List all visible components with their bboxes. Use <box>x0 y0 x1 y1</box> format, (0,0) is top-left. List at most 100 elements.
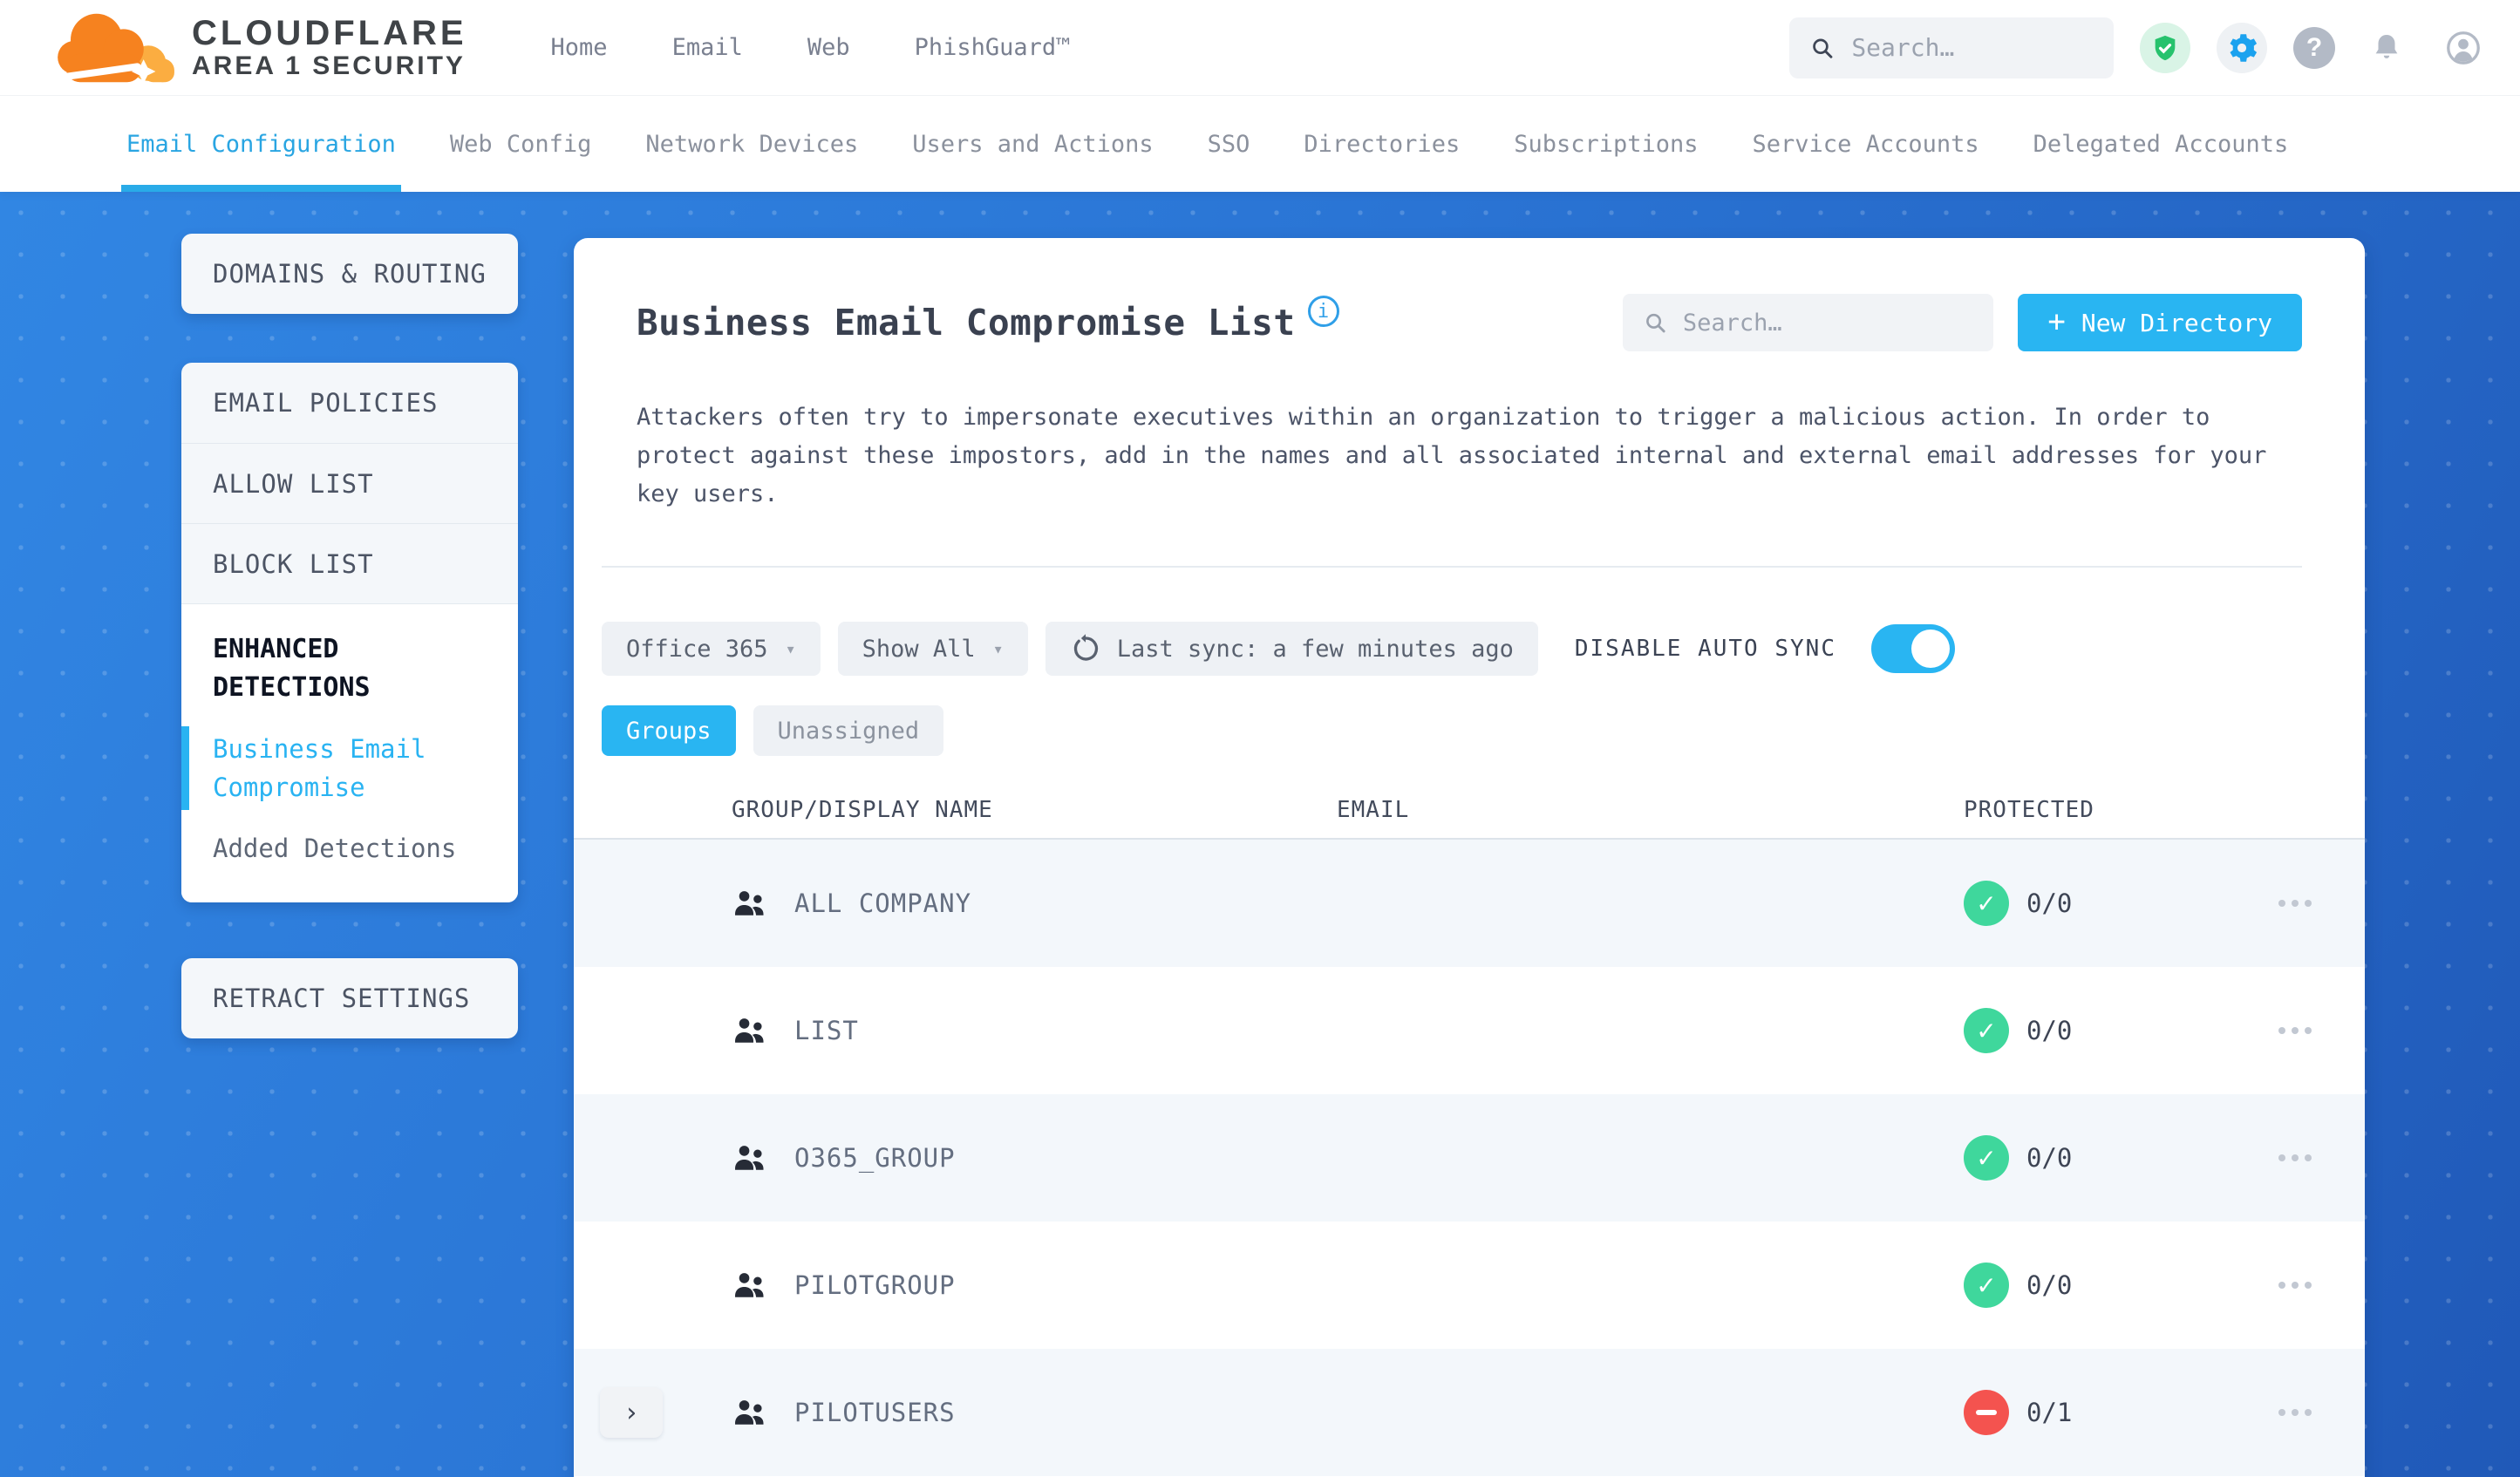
caret-down-icon: ▾ <box>785 638 796 659</box>
last-sync-button[interactable]: Last sync: a few minutes ago <box>1045 622 1538 676</box>
new-directory-button[interactable]: + New Directory <box>2018 294 2302 351</box>
ellipsis-icon <box>2278 1154 2312 1161</box>
expand-row-button[interactable]: › <box>600 1387 663 1438</box>
group-name: LIST <box>794 1016 859 1045</box>
row-menu-button[interactable] <box>2251 1154 2339 1161</box>
row-menu-button[interactable] <box>2251 1027 2339 1034</box>
groups-table: GROUP/DISPLAY NAME EMAIL PROTECTED ALL C… <box>574 782 2365 1476</box>
sidebar-item-added-detections[interactable]: Added Detections <box>213 829 487 868</box>
group-name: PILOTUSERS <box>794 1398 956 1427</box>
group-people-icon <box>732 1397 768 1428</box>
tab-sso[interactable]: SSO <box>1208 96 1250 192</box>
ellipsis-icon <box>2278 1409 2312 1416</box>
group-people-icon <box>732 1142 768 1174</box>
group-name-cell: PILOTUSERS <box>709 1397 1337 1428</box>
security-status-button[interactable] <box>2140 22 2190 73</box>
table-row: › PILOTUSERS 0/1 <box>574 1349 2365 1476</box>
protected-cell: ✓ 0/0 <box>1964 1135 2251 1181</box>
sidebar-label: RETRACT SETTINGS <box>213 984 471 1013</box>
directory-filter-dropdown[interactable]: Office 365 ▾ <box>602 622 821 676</box>
group-name: PILOTGROUP <box>794 1270 956 1300</box>
brand-name: CLOUDFLARE <box>192 13 467 52</box>
plus-icon: + <box>2047 303 2066 339</box>
sidebar-item-domains-routing[interactable]: DOMAINS & ROUTING <box>181 234 518 314</box>
sidebar-item-email-policies[interactable]: EMAIL POLICIES <box>181 363 518 443</box>
protected-check-icon: ✓ <box>1964 1135 2009 1181</box>
tab-users-and-actions[interactable]: Users and Actions <box>912 96 1153 192</box>
main-panel: Business Email Compromise List i + New D… <box>574 238 2365 1477</box>
search-icon <box>1646 313 1665 333</box>
column-email: EMAIL <box>1337 797 1410 823</box>
column-protected: PROTECTED <box>1964 797 2094 823</box>
global-search-input[interactable] <box>1851 33 2093 62</box>
tab-service-accounts[interactable]: Service Accounts <box>1753 96 1979 192</box>
tab-delegated-accounts[interactable]: Delegated Accounts <box>2033 96 2289 192</box>
page-background: DOMAINS & ROUTING EMAIL POLICIES ALLOW LI… <box>0 192 2520 1477</box>
column-group-name: GROUP/DISPLAY NAME <box>732 797 993 823</box>
sidebar-section-enhanced-detections[interactable]: ENHANCED DETECTIONS Business Email Compr… <box>181 603 518 902</box>
protected-count: 0/1 <box>2026 1398 2073 1427</box>
page-title: Business Email Compromise List <box>637 302 1296 344</box>
search-icon <box>1813 38 1833 58</box>
check-icon: ✓ <box>1976 1143 1997 1173</box>
auto-sync-toggle[interactable] <box>1870 624 1955 673</box>
sidebar-policies-card: EMAIL POLICIES ALLOW LIST BLOCK LIST ENHAN… <box>181 363 518 902</box>
header-controls: ? <box>1789 17 2489 78</box>
ellipsis-icon <box>2278 1282 2312 1289</box>
sidebar-label: DOMAINS & ROUTING <box>213 259 487 289</box>
help-button[interactable]: ? <box>2293 26 2335 69</box>
primary-nav-link-email[interactable]: Email <box>672 34 743 61</box>
ellipsis-icon <box>2278 1027 2312 1034</box>
group-people-icon <box>732 1269 768 1301</box>
top-header: CLOUDFLARE AREA 1 SECURITY Home Email Web P… <box>0 0 2520 96</box>
sidebar-item-business-email-compromise[interactable]: Business Email Compromise <box>181 726 487 810</box>
tab-web-config[interactable]: Web Config <box>450 96 592 192</box>
protected-check-icon: ✓ <box>1964 1263 2009 1308</box>
primary-nav-link-home[interactable]: Home <box>551 34 608 61</box>
primary-nav-link-web[interactable]: Web <box>807 34 850 61</box>
tab-directories[interactable]: Directories <box>1304 96 1460 192</box>
protected-count: 0/0 <box>2026 1143 2073 1173</box>
group-name-cell: LIST <box>709 1015 1337 1046</box>
sidebar-item-allow-list[interactable]: ALLOW LIST <box>181 443 518 523</box>
panel-header: Business Email Compromise List i + New D… <box>574 238 2365 351</box>
list-search-input[interactable] <box>1682 309 1973 337</box>
protected-cell: ✓ 0/0 <box>1964 881 2251 926</box>
check-icon: ✓ <box>1976 888 1997 918</box>
sidebar-item-retract-settings[interactable]: RETRACT SETTINGS <box>181 958 518 1038</box>
group-name-cell: PILOTGROUP <box>709 1269 1337 1301</box>
sidebar-item-block-list[interactable]: BLOCK LIST <box>181 523 518 603</box>
protected-check-icon: ✓ <box>1964 881 2009 926</box>
notifications-button[interactable] <box>2361 23 2412 73</box>
tab-subscriptions[interactable]: Subscriptions <box>1514 96 1698 192</box>
show-filter-dropdown[interactable]: Show All ▾ <box>837 622 1028 676</box>
row-menu-button[interactable] <box>2251 1282 2339 1289</box>
row-menu-button[interactable] <box>2251 900 2339 907</box>
bell-icon <box>2375 34 2398 58</box>
tab-unassigned[interactable]: Unassigned <box>753 705 944 756</box>
primary-nav-link-phishguard-[interactable]: PhishGuard™ <box>915 34 1071 61</box>
primary-nav: Home Email Web PhishGuard™ <box>551 34 1071 61</box>
global-search[interactable] <box>1789 17 2114 78</box>
secondary-nav: Email Configuration Web Config Network Dev… <box>0 96 2520 192</box>
settings-button[interactable] <box>2217 22 2267 73</box>
ellipsis-icon <box>2278 900 2312 907</box>
list-search[interactable] <box>1623 294 1994 351</box>
group-name-cell: O365_GROUP <box>709 1142 1337 1174</box>
group-name-cell: ALL COMPANY <box>709 888 1337 919</box>
check-icon: ✓ <box>1976 1270 1997 1300</box>
info-icon[interactable]: i <box>1307 296 1339 327</box>
account-button[interactable] <box>2438 23 2489 73</box>
group-people-icon <box>732 888 768 919</box>
tab-network-devices[interactable]: Network Devices <box>645 96 858 192</box>
sync-refresh-icon <box>1073 634 1098 661</box>
protected-cell: 0/1 <box>1964 1390 2251 1435</box>
protected-cell: ✓ 0/0 <box>1964 1263 2251 1308</box>
tab-groups[interactable]: Groups <box>602 705 736 756</box>
table-header: GROUP/DISPLAY NAME EMAIL PROTECTED <box>574 782 2365 840</box>
tab-email-configuration[interactable]: Email Configuration <box>121 96 401 192</box>
row-menu-button[interactable] <box>2251 1409 2339 1416</box>
protected-count: 0/0 <box>2026 1016 2073 1045</box>
filter-row: Office 365 ▾ Show All ▾ Last sync: a few… <box>574 568 2365 676</box>
shield-check-icon <box>2155 35 2176 60</box>
